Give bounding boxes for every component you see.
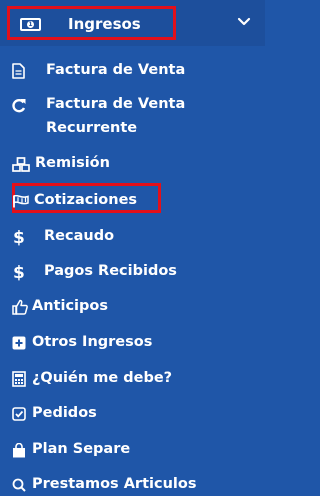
flag-icon — [12, 192, 32, 210]
sidebar-menu: 1 Ingresos Factura de Venta Factura de V… — [0, 0, 265, 492]
menu-item-pagos-recibidos[interactable]: $ Pagos Recibidos — [12, 262, 177, 283]
menu-item-label: Factura de Venta — [46, 62, 186, 78]
chevron-down-icon[interactable] — [237, 17, 251, 27]
menu-item-label: Factura de Venta Recurrente — [46, 96, 186, 136]
menu-item-label: Anticipos — [32, 298, 108, 314]
calculator-icon — [12, 370, 32, 388]
file-text-icon — [12, 62, 32, 80]
menu-item-factura-de-venta[interactable]: Factura de Venta — [12, 61, 185, 82]
menu-item-label: Cotizaciones — [34, 192, 138, 208]
menu-item-quien-me-debe[interactable]: ¿Quién me debe? — [12, 369, 172, 390]
menu-item-remision[interactable]: Remisión — [12, 154, 110, 175]
menu-item-pedidos[interactable]: Pedidos — [12, 404, 97, 425]
menu-item-plan-separe[interactable]: Plan Separe — [12, 440, 130, 461]
menu-item-label: Pagos Recibidos — [44, 263, 177, 279]
cubes-icon — [12, 155, 32, 173]
menu-item-recaudo[interactable]: $ Recaudo — [12, 227, 114, 248]
menu-item-otros-ingresos[interactable]: Otros Ingresos — [12, 333, 152, 354]
menu-item-label: Remisión — [35, 155, 110, 171]
ingresos-menu-header[interactable]: 1 Ingresos — [0, 0, 265, 46]
header-title: Ingresos — [68, 15, 141, 33]
header-highlight-box: 1 Ingresos — [7, 6, 176, 40]
menu-item-label: Pedidos — [32, 405, 97, 421]
menu-item-cotizaciones[interactable]: Cotizaciones — [12, 191, 137, 212]
menu-item-label: Prestamos Articulos — [32, 476, 197, 492]
menu-item-label: Otros Ingresos — [32, 334, 153, 350]
refresh-icon — [12, 96, 32, 114]
dollar-icon: $ — [12, 228, 32, 246]
menu-item-label: Recaudo — [44, 228, 115, 244]
check-square-icon — [12, 405, 32, 423]
svg-text:$: $ — [13, 263, 25, 281]
plus-square-icon — [12, 334, 32, 352]
menu-item-label: Plan Separe — [32, 441, 131, 457]
search-icon — [12, 476, 32, 494]
menu-item-anticipos[interactable]: Anticipos — [12, 297, 108, 318]
thumbs-up-icon — [12, 298, 32, 316]
menu-item-label: ¿Quién me debe? — [32, 370, 173, 386]
svg-text:$: $ — [13, 228, 25, 246]
menu-item-prestamos-articulos[interactable]: Prestamos Articulos — [12, 475, 196, 496]
money-bill-icon: 1 — [20, 18, 41, 31]
shopping-bag-icon — [12, 441, 32, 459]
dollar-icon: $ — [12, 263, 32, 281]
menu-item-factura-de-venta-recurrente[interactable]: Factura de Venta Recurrente — [12, 95, 246, 140]
